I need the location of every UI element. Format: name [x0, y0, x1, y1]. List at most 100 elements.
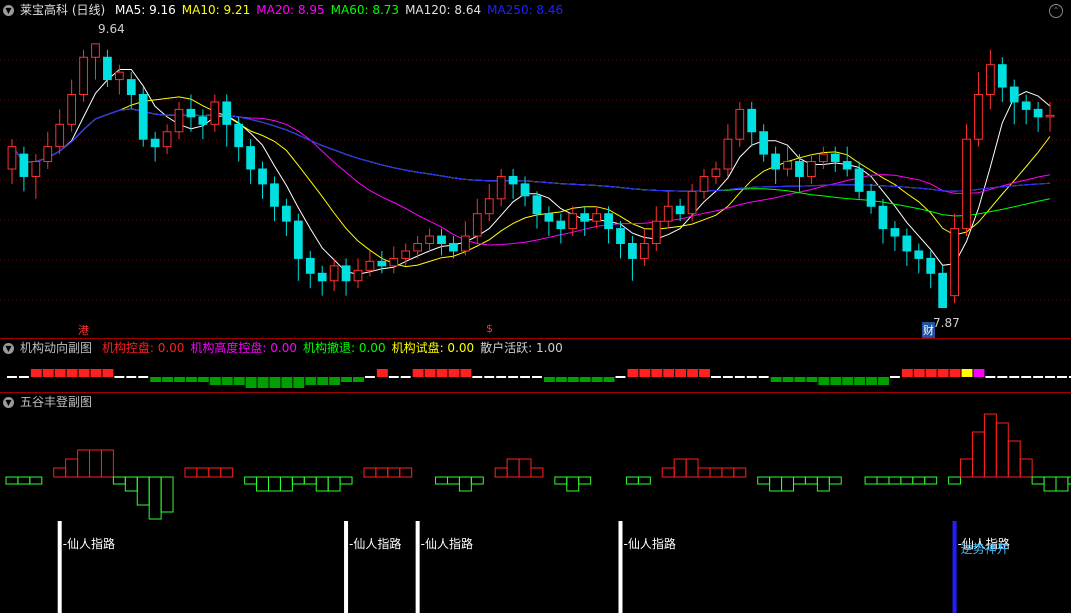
wugu-fengdeng-chart[interactable] [0, 393, 1071, 613]
candle-body [317, 272, 327, 282]
pane3-bar [208, 467, 222, 478]
pane3-bar [637, 476, 651, 485]
signal-bar [618, 521, 623, 613]
pane2-bar [925, 369, 937, 377]
pane3-bar [900, 476, 914, 485]
candle-body [162, 131, 172, 148]
pane2-bar [281, 377, 293, 388]
candle-body [556, 220, 566, 230]
candle-body [962, 138, 971, 230]
pane2-bar [54, 369, 66, 377]
candle-body [926, 257, 936, 274]
pane2-bar [985, 376, 996, 378]
candle-body [389, 257, 399, 267]
dollar-marker[interactable]: $ [486, 322, 493, 335]
pane2-bar [484, 376, 495, 378]
pane2-bar [543, 377, 555, 382]
pane2-bar [746, 376, 757, 378]
candle-body [126, 79, 136, 95]
pane3-bar [888, 476, 902, 485]
candle-body [616, 228, 625, 245]
pane2-bar [973, 369, 985, 377]
candle-body [997, 64, 1007, 88]
candle-body [914, 250, 924, 259]
pane2-bar [126, 376, 137, 378]
candle-body [795, 161, 804, 177]
pane3-bar [17, 476, 31, 485]
pane2-bar [854, 377, 866, 385]
pane2-bar [567, 377, 579, 382]
candle-body [1009, 86, 1019, 103]
pane2-bar [353, 377, 364, 382]
candle-body [246, 146, 255, 170]
pane3-bar [1007, 440, 1021, 478]
pane2-bar [221, 377, 233, 385]
pane3-bar [375, 467, 389, 478]
pane2-bar [233, 377, 245, 385]
pane2-bar [949, 369, 961, 377]
pane2-bar [913, 369, 925, 377]
candle-body [663, 205, 673, 222]
pane2-bar [209, 377, 221, 385]
candle-body [55, 123, 65, 148]
pane3-bar [327, 476, 341, 492]
pane2-bar [1057, 376, 1067, 378]
pane2-bar [615, 376, 626, 378]
institution-trend-chart[interactable] [0, 339, 1071, 391]
candle-body [425, 235, 434, 245]
candle-body [114, 71, 124, 81]
financial-report-marker[interactable]: 财 [922, 322, 935, 338]
pane3-bar [196, 467, 210, 478]
pane2-bar [901, 369, 913, 377]
candle-body [91, 43, 100, 58]
candle-body [771, 153, 780, 170]
candle-body [222, 101, 232, 125]
candle-body [174, 108, 184, 133]
candle-body [818, 153, 828, 163]
pane3-bar [924, 476, 938, 485]
candle-body [449, 243, 458, 252]
pane3-bar [733, 467, 747, 478]
pane2-bar [734, 376, 745, 378]
pane2-bar [436, 369, 448, 377]
pane2-bar [376, 369, 388, 377]
pane2-bar [245, 377, 257, 388]
pane2-bar [7, 376, 17, 378]
price-chart[interactable] [0, 0, 1071, 338]
pane3-bar [960, 458, 973, 478]
candle-body [890, 228, 900, 237]
candle-body [7, 146, 17, 170]
pane3-bar [279, 476, 293, 492]
candle-body [460, 235, 470, 252]
pane3-bar [673, 458, 687, 478]
pane2-bar [818, 377, 830, 385]
pane3-bar [184, 467, 198, 478]
candle-body [472, 213, 482, 237]
pane3-bar [530, 467, 544, 478]
candle-body [747, 108, 757, 133]
low-price-label: 7.87 [933, 316, 960, 330]
candle-body [508, 175, 518, 185]
candle-body [675, 205, 685, 215]
pane3-bar [244, 476, 258, 485]
pane3-bar [948, 476, 962, 485]
candle-body [687, 190, 697, 215]
pane3-bar [804, 476, 818, 485]
candle-body [341, 265, 351, 282]
pane2-bar [305, 377, 317, 385]
pane2-bar [496, 376, 507, 378]
pane3-bar [757, 476, 771, 485]
candle-body [1033, 108, 1043, 118]
pane3-bar [697, 467, 711, 478]
pane3-bar [566, 476, 580, 492]
pane3-bar [494, 467, 508, 478]
candle-body [878, 205, 888, 230]
pane2-bar [591, 377, 603, 382]
candle-body [950, 228, 959, 297]
hk-connect-marker[interactable]: 港 [78, 322, 89, 338]
candle-body [305, 257, 315, 274]
candle-body [282, 205, 291, 222]
candle-body [580, 213, 590, 222]
pane2-bar [520, 376, 530, 378]
pane2-bar [138, 376, 149, 378]
